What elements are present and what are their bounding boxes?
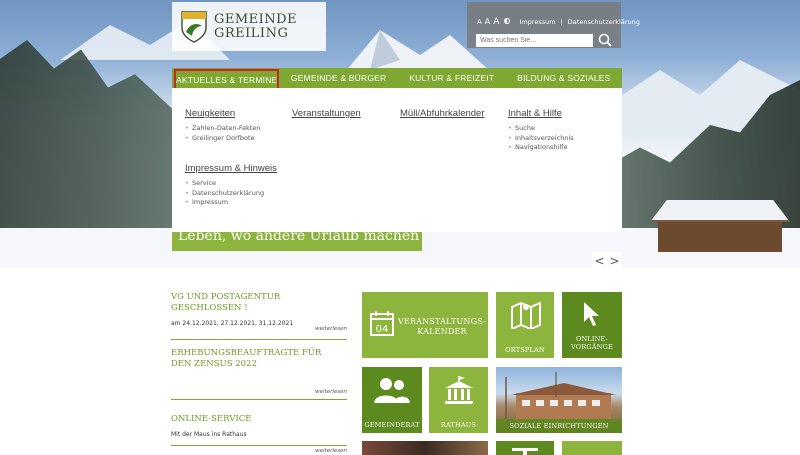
news-item[interactable]: VG UND POSTAGENTUR GESCHLOSSEN ! am 24.1… [171,290,347,340]
tile-ortsplan[interactable]: ORTSPLAN [496,292,554,358]
menu-heading-inhalt-hilfe[interactable]: Inhalt & Hilfe [508,108,574,119]
slider-controls: < > [592,252,622,269]
main-navigation: AKTUELLES & TERMINE GEMEINDE & BÜRGER KU… [172,68,622,90]
search-input[interactable] [476,34,593,47]
menu-item-service[interactable]: Service [185,179,277,189]
datenschutz-link[interactable]: Datenschutzerklärung [568,18,640,26]
tile-rathaus[interactable]: RATHAUS [429,367,488,433]
map-icon [511,301,541,329]
news-title[interactable]: ONLINE-SERVICE [171,414,347,425]
contrast-icon[interactable] [504,18,511,24]
read-more-link[interactable]: weiterlesen [315,389,347,395]
tile-label: GEMEINDERAT [364,421,420,429]
menu-column-veranstaltungen: Veranstaltungen [292,108,361,124]
logo-text: GEMEINDE GREILING [214,11,298,41]
tools-row: A A A Impressum | Datenschutzerklärung [477,17,640,27]
news-subtitle: Mit der Maus ins Rathaus [171,431,247,438]
logo-line2: GREILING [214,25,289,41]
menu-item-inhaltsverzeichnis[interactable]: Inhaltsverzeichnis [508,134,574,144]
slider-prev-button[interactable]: < [594,254,604,268]
site-logo[interactable]: GEMEINDE GREILING [172,2,326,51]
menu-column-inhalt-hilfe: Inhalt & Hilfe Suche Inhaltsverzeichnis … [508,108,574,153]
logo-line1: GEMEINDE [214,11,298,27]
people-icon [374,378,410,403]
tile-bottom-middle[interactable] [496,441,554,455]
slogan-banner: Leben, wo andere Urlaub machen [172,232,422,251]
menu-heading-impressum-hinweis[interactable]: Impressum & Hinweis [185,163,277,174]
coat-of-arms-icon [181,10,207,43]
read-more-link[interactable]: weiterlesen [315,326,347,332]
mega-menu-dropdown: Neuigkeiten Zahlen-Daten-Fakten Greiling… [172,88,622,232]
slider-next-button[interactable]: > [609,254,619,268]
menu-item-navigationshilfe[interactable]: Navigationshilfe [508,143,574,153]
menu-item-datenschutzerklaerung[interactable]: Datenschutzerklärung [185,189,277,199]
slogan-text: Leben, wo andere Urlaub machen [178,232,420,244]
nav-bildung-soziales[interactable]: BILDUNG & SOZIALES [506,68,622,88]
menu-item-impressum[interactable]: Impressum [185,198,277,208]
menu-item-zahlen-daten-fakten[interactable]: Zahlen-Daten-Fakten [185,124,260,134]
menu-heading-muell-abfuhrkalender[interactable]: Müll/Abfuhrkalender [400,108,485,119]
menu-column-impressum-hinweis: Impressum & Hinweis Service Datenschutze… [185,163,277,208]
menu-column-muell: Müll/Abfuhrkalender [400,108,485,124]
nav-gemeinde-buerger[interactable]: GEMEINDE & BÜRGER [279,68,397,88]
news-item[interactable]: ONLINE-SERVICE Mit der Maus ins Rathaus … [171,414,347,455]
tile-label: SOZIALE EINRICHTUNGEN [509,422,609,430]
tools-separator: | [560,18,563,26]
tile-soziale-einrichtungen[interactable]: SOZIALE EINRICHTUNGEN [496,367,622,433]
font-size-medium-button[interactable]: A [485,17,490,26]
menu-item-suche[interactable]: Suche [508,124,574,134]
news-title[interactable]: ERHEBUNGSBEAUFTRAGTE FÜR DEN ZENSUS 2022 [171,348,331,370]
tile-gemeinderat[interactable]: GEMEINDERAT [362,367,422,433]
top-tools-panel: A A A Impressum | Datenschutzerklärung [467,2,640,48]
tile-label: ORTSPLAN [505,346,545,354]
news-divider [171,445,347,446]
font-size-small-button[interactable]: A [477,18,482,26]
tile-online-vorgaenge[interactable]: ONLINE- VORGÄNGE [562,292,622,358]
menu-heading-neuigkeiten[interactable]: Neuigkeiten [185,108,260,119]
tile-veranstaltungskalender[interactable]: 04 VERANSTALTUNGS- KALENDER [362,292,488,358]
news-list: VG UND POSTAGENTUR GESCHLOSSEN ! am 24.1… [171,290,347,455]
menu-item-dorfbote[interactable]: Greilinger Dorfbote [185,134,260,144]
impressum-link[interactable]: Impressum [519,18,555,26]
cursor-icon [584,302,599,326]
font-size-large-button[interactable]: A [493,17,499,27]
tile-label: ONLINE- VORGÄNGE [571,335,613,351]
calendar-day: 04 [376,324,389,335]
tile-label: VERANSTALTUNGS- KALENDER [397,317,487,336]
tile-photo-bottom-left[interactable] [362,441,488,455]
news-item[interactable]: ERHEBUNGSBEAUFTRAGTE FÜR DEN ZENSUS 2022… [171,348,347,400]
menu-column-neuigkeiten: Neuigkeiten Zahlen-Daten-Fakten Greiling… [185,108,260,143]
nav-kultur-freizeit[interactable]: KULTUR & FREIZEIT [398,68,506,88]
nav-aktuelles-termine[interactable]: AKTUELLES & TERMINE [174,69,280,90]
read-more-link[interactable]: weiterlesen [315,448,347,454]
tile-label: RATHAUS [440,421,477,429]
barn-graphic [650,200,790,252]
signpost-icon [512,448,538,455]
calendar-icon: 04 [370,311,394,336]
news-title[interactable]: VG UND POSTAGENTUR GESCHLOSSEN ! [171,290,347,314]
menu-heading-veranstaltungen[interactable]: Veranstaltungen [292,108,361,119]
tile-bottom-right[interactable] [562,441,622,455]
townhall-icon [445,376,473,404]
search-icon[interactable] [597,32,613,48]
